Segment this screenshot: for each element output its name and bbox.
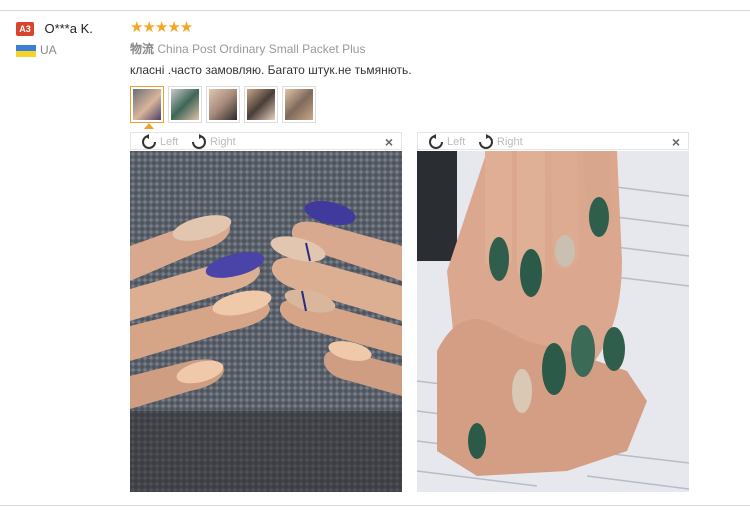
rotate-right-label: Right [497,136,523,148]
photo-thumbnails [130,86,316,123]
level-badge: A3 [16,21,34,36]
thumbnail-3[interactable] [206,86,240,123]
rotate-left-icon [142,134,156,149]
country-code: UA [40,43,57,57]
rotate-left-button[interactable]: Left [428,134,465,150]
rotate-left-icon [429,134,443,149]
viewer-toolbar: Left Right × [417,132,689,150]
logistics-label: 物流 [130,42,155,56]
bottom-divider [0,505,750,506]
nail-photo-image [130,151,402,492]
shipping-info: 物流 China Post Ordinary Small Packet Plus [130,40,365,57]
rating-stars: ★★★★★ [130,19,193,36]
close-viewer-button[interactable]: × [385,134,393,150]
reviewer-country: UA [16,43,57,57]
viewer-toolbar: Left Right × [130,132,402,150]
rotate-right-icon [192,134,206,149]
active-thumbnail-indicator [144,123,154,129]
rotate-left-button[interactable]: Left [141,134,178,150]
thumbnail-5[interactable] [282,86,316,123]
thumbnail-2[interactable] [168,86,202,123]
review-text: класні .часто замовляю. Багато штук.не т… [130,63,412,77]
thumbnail-1[interactable] [130,86,164,123]
rotate-right-button[interactable]: Right [189,134,236,150]
close-viewer-button[interactable]: × [672,134,680,150]
rotate-left-label: Left [447,136,466,148]
rotate-right-button[interactable]: Right [476,134,523,150]
rotate-right-label: Right [210,136,236,148]
photo-viewer-2: Left Right × [417,132,689,492]
review-photo [417,151,689,492]
ukraine-flag-icon [16,44,36,57]
rotate-right-icon [479,134,493,149]
review-photo [130,151,402,492]
photo-viewer-1: Left Right × [130,132,402,492]
reviewer-info: A3 O***a K. [16,20,93,38]
top-divider [0,10,750,11]
shipping-method: China Post Ordinary Small Packet Plus [157,42,366,56]
reviewer-name: O***a K. [44,21,93,37]
nail-photo-image [417,151,689,492]
thumbnail-4[interactable] [244,86,278,123]
rotate-left-label: Left [160,136,179,148]
